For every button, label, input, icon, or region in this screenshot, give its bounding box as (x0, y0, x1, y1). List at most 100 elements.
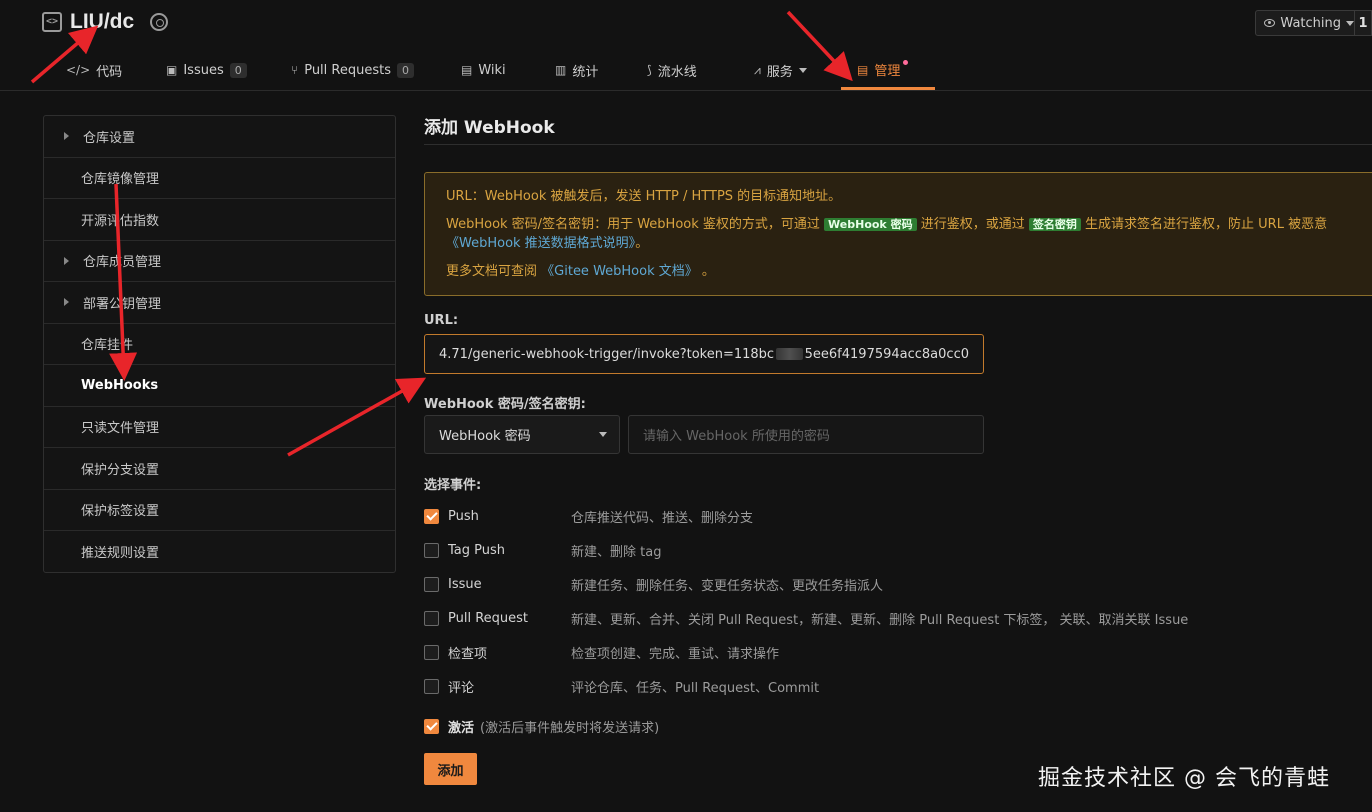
sidebar-item-protected-branches[interactable]: 保护分支设置 (44, 448, 395, 490)
sidebar-item-label: 仓库成员管理 (83, 255, 162, 271)
sidebar-item-label: 部署公钥管理 (83, 296, 162, 312)
notice-line: 《WebHook 推送数据格式说明》。 (446, 234, 1360, 253)
sidebar-item-widgets[interactable]: 仓库挂件 (44, 324, 395, 365)
sidebar-item-label: 开源评估指数 (81, 213, 160, 229)
webhook-form: 添加 WebHook URL：WebHook 被触发后，发送 HTTP / HT… (424, 115, 1372, 785)
sidebar-item-label: 仓库镜像管理 (81, 172, 160, 188)
caret-right-icon (64, 132, 69, 140)
event-issue[interactable]: Issue 新建任务、删除任务、变更任务状态、更改任务指派人 (424, 574, 883, 594)
event-comment[interactable]: 评论 评论仓库、任务、Pull Request、Commit (424, 676, 819, 696)
notice-text: 生成请求签名进行鉴权，防止 URL 被恶意 (1085, 217, 1328, 232)
notification-dot (903, 60, 909, 65)
sidebar-item-label: WebHooks (81, 377, 159, 393)
sidebar-item-readonly-files[interactable]: 只读文件管理 (44, 407, 395, 448)
activate-checkbox[interactable] (424, 719, 439, 734)
redacted-blur (776, 348, 803, 360)
sidebar-item-protected-tags[interactable]: 保护标签设置 (44, 490, 395, 531)
watch-button[interactable]: Watching (1255, 10, 1355, 36)
event-checkbox[interactable] (424, 610, 439, 626)
notice-text: 进行鉴权，或通过 (920, 217, 1025, 232)
stats-icon: ▥ (555, 63, 567, 77)
sidebar-item-oss-index[interactable]: 开源评估指数 (44, 199, 395, 241)
tab-manage[interactable]: ▤ 管理 (841, 52, 935, 90)
issues-count: 0 (229, 62, 247, 78)
event-desc: 评论仓库、任务、Pull Request、Commit (571, 680, 820, 696)
pull-request-icon: ⑂ (291, 63, 299, 77)
event-tag-push[interactable]: Tag Push 新建、删除 tag (424, 540, 661, 560)
code-icon: </> (66, 63, 91, 77)
event-desc: 新建、更新、合并、关闭 Pull Request，新建、更新、删除 Pull R… (571, 612, 1189, 628)
tab-label: 统计 (572, 64, 599, 80)
sidebar-item-label: 仓库设置 (83, 130, 136, 146)
watch-count[interactable]: 1 (1354, 10, 1372, 36)
url-label: URL: (424, 313, 459, 328)
sidebar-item-label: 保护分支设置 (81, 462, 160, 478)
sidebar-item-deploy-keys[interactable]: 部署公钥管理 (44, 282, 395, 324)
tab-pipeline[interactable]: ⟆ 流水线 (631, 52, 738, 88)
repo-tabs: </> 代码 ▣ Issues 0 ⑂ Pull Requests 0 ▤ Wi… (50, 52, 935, 91)
activate-label: 激活 (448, 721, 475, 736)
issues-icon: ▣ (166, 63, 178, 77)
secret-type-select[interactable]: WebHook 密码 (424, 415, 620, 454)
add-button[interactable]: 添加 (424, 753, 477, 785)
secret-placeholder: 请输入 WebHook 所使用的密码 (643, 429, 830, 444)
event-checkbox[interactable] (424, 644, 439, 660)
tab-label: Pull Requests (304, 62, 391, 78)
activate-row[interactable]: 激活 (激活后事件触发时将发送请求) (424, 717, 659, 736)
sidebar-item-mirror[interactable]: 仓库镜像管理 (44, 158, 395, 199)
tab-service[interactable]: ⩘ 服务 (738, 52, 841, 88)
wiki-icon: ▤ (461, 63, 473, 77)
tab-pull-requests[interactable]: ⑂ Pull Requests 0 (275, 52, 445, 88)
sidebar-item-push-rules[interactable]: 推送规则设置 (44, 531, 395, 573)
sidebar-item-repo-settings[interactable]: 仓库设置 (44, 116, 395, 158)
chevron-down-icon (798, 67, 807, 73)
badge-icon[interactable] (150, 13, 169, 31)
notice-text: WebHook 密码/签名密钥：用于 WebHook 鉴权的方式，可通过 (446, 217, 820, 232)
webhook-password-tag: WebHook 密码 (824, 218, 917, 231)
sidebar-item-label: 保护标签设置 (81, 504, 160, 520)
event-name: 检查项 (448, 646, 488, 662)
notice-line: 更多文档可查阅 《Gitee WebHook 文档》 。 (446, 262, 1360, 281)
watch-label: Watching (1280, 15, 1341, 31)
event-push[interactable]: Push 仓库推送代码、推送、删除分支 (424, 506, 753, 526)
pr-count: 0 (397, 62, 414, 78)
tab-wiki[interactable]: ▤ Wiki (445, 52, 539, 88)
secret-input[interactable]: 请输入 WebHook 所使用的密码 (628, 415, 984, 454)
push-format-doc-link[interactable]: 《WebHook 推送数据格式说明》 (446, 236, 635, 251)
tab-code[interactable]: </> 代码 (50, 52, 150, 88)
event-pull-request[interactable]: Pull Request 新建、更新、合并、关闭 Pull Request，新建… (424, 608, 1188, 628)
repo-header: <> LIU/dc Watching 1 </> 代码 ▣ Issues 0 ⑂… (0, 0, 1372, 91)
page-title: 添加 WebHook (424, 115, 1372, 145)
event-checkbox[interactable] (424, 542, 439, 558)
repo-name[interactable]: LIU/dc (70, 10, 134, 34)
url-input[interactable]: 4.71/generic-webhook-trigger/invoke?toke… (424, 334, 984, 374)
tab-issues[interactable]: ▣ Issues 0 (150, 52, 275, 88)
event-name: Push (448, 508, 479, 524)
tab-label: Wiki (478, 62, 506, 78)
caret-right-icon (64, 298, 69, 306)
tab-label: 服务 (766, 64, 793, 80)
tab-label: Issues (183, 62, 224, 78)
repo-icon: <> (42, 12, 62, 32)
event-checkbox[interactable] (424, 678, 439, 694)
manage-icon: ▤ (857, 62, 869, 77)
notice-text: 。 (635, 236, 649, 251)
event-name: Issue (448, 576, 482, 592)
event-checkbox[interactable] (424, 508, 439, 524)
event-check[interactable]: 检查项 检查项创建、完成、重试、请求操作 (424, 642, 779, 662)
chevron-down-icon (599, 432, 607, 437)
watermark: 掘金技术社区 @ 会飞的青蛙 (1038, 766, 1330, 791)
sidebar-item-label: 仓库挂件 (81, 338, 134, 354)
sidebar-item-webhooks[interactable]: WebHooks (44, 365, 395, 407)
sidebar-item-members[interactable]: 仓库成员管理 (44, 241, 395, 282)
tab-stats[interactable]: ▥ 统计 (539, 52, 631, 88)
gitee-webhook-doc-link[interactable]: 《Gitee WebHook 文档》 (541, 264, 698, 279)
event-desc: 新建、删除 tag (571, 544, 662, 560)
notice-text: 更多文档可查阅 (446, 264, 538, 279)
settings-sidebar: 仓库设置 仓库镜像管理 开源评估指数 仓库成员管理 部署公钥管理 仓库挂件 We… (43, 115, 396, 573)
pipeline-icon: ⟆ (647, 63, 652, 77)
event-checkbox[interactable] (424, 576, 439, 592)
event-name: Pull Request (448, 610, 529, 626)
signing-key-tag: 签名密钥 (1028, 218, 1081, 231)
eye-icon (1264, 19, 1276, 27)
